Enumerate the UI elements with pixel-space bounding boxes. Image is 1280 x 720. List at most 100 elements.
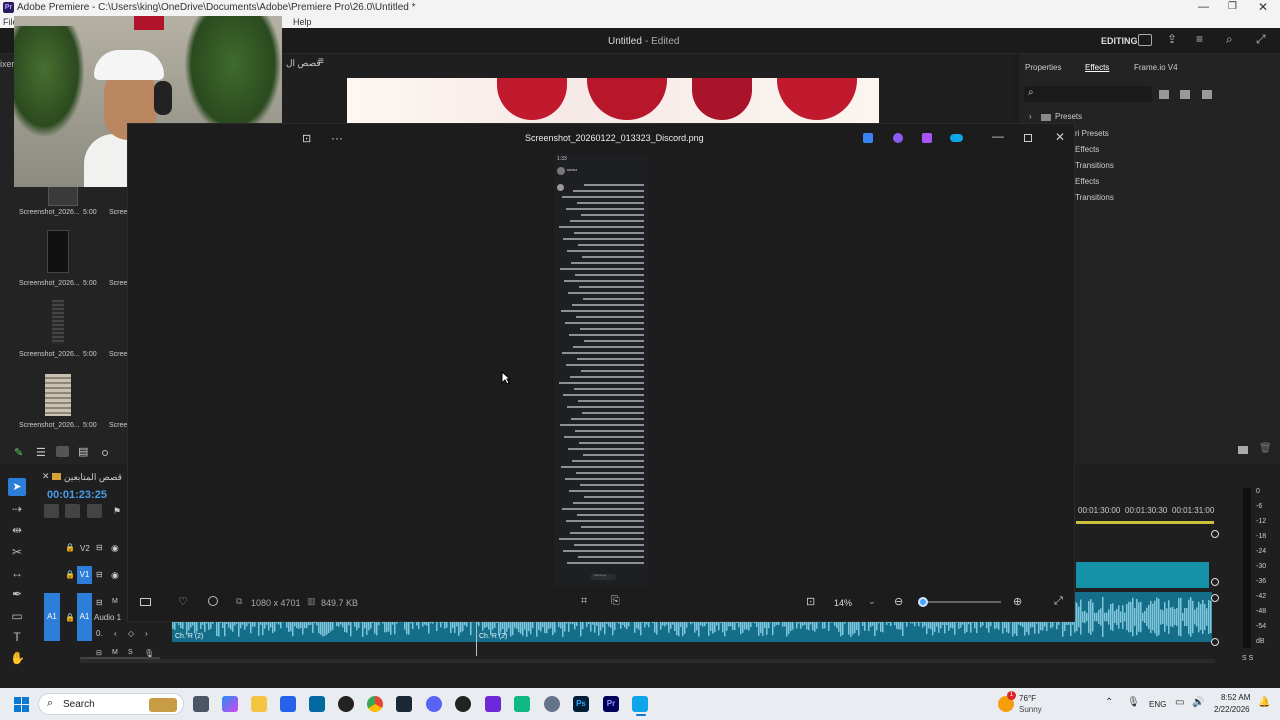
copilot-icon[interactable] <box>893 133 903 143</box>
maximize-button[interactable]: ❐ <box>1228 1 1237 12</box>
vertical-zoom-handle[interactable] <box>1211 594 1219 602</box>
language-indicator[interactable]: ENG <box>1149 700 1166 709</box>
windows-start-icon[interactable] <box>14 697 29 712</box>
copilot-taskbar-icon[interactable] <box>222 696 238 712</box>
eye-icon[interactable]: ◉ <box>111 543 119 554</box>
video-clip[interactable] <box>1076 562 1209 588</box>
list-view-icon[interactable]: ☰ <box>36 446 46 459</box>
add-marker-icon[interactable]: ⚑ <box>113 506 121 517</box>
sequence-tab[interactable]: قصص المتابعين <box>64 472 122 483</box>
whatsapp-icon[interactable] <box>514 696 530 712</box>
prev-keyframe-icon[interactable]: ‹ <box>114 629 117 638</box>
work-area-bar[interactable] <box>1076 521 1214 524</box>
premiere-taskbar-icon[interactable]: Pr <box>603 696 619 712</box>
clock-time[interactable]: 8:52 AM <box>1221 693 1250 702</box>
clock-date[interactable]: 2/22/2026 <box>1214 705 1250 714</box>
thumbnail-screenshot[interactable] <box>52 300 64 344</box>
type-tool-icon[interactable]: T <box>10 630 24 644</box>
tab-properties[interactable]: Properties <box>1025 63 1061 72</box>
toggle-sync-icon[interactable]: ⊟ <box>96 570 103 579</box>
ripple-edit-icon[interactable]: ⇹ <box>10 523 24 537</box>
info-icon[interactable] <box>208 596 218 606</box>
mute-button[interactable]: M <box>112 649 118 656</box>
source-patch-a1[interactable]: A1 <box>44 593 60 641</box>
favorite-heart-icon[interactable]: ♡ <box>178 595 188 608</box>
text-extract-icon[interactable]: ⎘ <box>611 595 620 608</box>
settings-icon[interactable] <box>338 696 354 712</box>
effects-search-input[interactable]: ⌕ <box>1024 86 1152 102</box>
razor-icon[interactable]: ✂ <box>10 545 24 559</box>
panel-menu-icon[interactable]: ≡ <box>318 56 324 67</box>
zoom-dropdown-icon[interactable]: ⌄ <box>868 596 876 607</box>
add-keyframe-icon[interactable]: ◇ <box>128 629 134 638</box>
accelerated-effects-icon[interactable] <box>1159 90 1169 99</box>
slideshow-icon[interactable]: ⊡ <box>302 132 311 145</box>
microphone-icon[interactable]: 🎙 <box>1127 697 1140 708</box>
vertical-zoom-handle[interactable] <box>1211 638 1219 646</box>
share-icon[interactable]: ⇪ <box>1167 32 1177 46</box>
store-icon[interactable] <box>280 696 296 712</box>
fullscreen-icon[interactable]: ⤢ <box>1256 32 1266 47</box>
track-a1-label[interactable]: A1 <box>77 593 92 641</box>
new-folder-icon[interactable] <box>1238 446 1248 454</box>
volume-icon[interactable]: 🔊 <box>1192 697 1204 708</box>
clipchamp-icon[interactable] <box>922 133 932 143</box>
close-window-button[interactable]: ✕ <box>1258 0 1268 14</box>
32bit-effects-icon[interactable] <box>1180 90 1190 99</box>
tab-effects[interactable]: Effects <box>1085 63 1109 72</box>
close-sequence-icon[interactable]: ✕ <box>42 471 50 482</box>
github-icon[interactable] <box>455 696 471 712</box>
notification-bell-icon[interactable]: 🔔 <box>1258 697 1270 708</box>
network-icon[interactable]: ▭ <box>1175 697 1184 708</box>
maximize-button[interactable] <box>1024 134 1032 142</box>
effects-tree-item[interactable]: Effects <box>1075 177 1099 186</box>
effects-tree-item[interactable]: Transitions <box>1075 193 1114 202</box>
thumbnail-screenshot[interactable] <box>47 230 69 273</box>
trash-icon[interactable]: 🗑 <box>1259 443 1272 454</box>
effects-tree-item[interactable]: ri Presets <box>1075 129 1109 138</box>
slip-tool-icon[interactable]: ↔ <box>10 566 24 580</box>
fit-to-window-icon[interactable]: ⊡ <box>806 595 815 608</box>
vertical-zoom-handle[interactable] <box>1211 530 1219 538</box>
snap-icon[interactable] <box>65 504 80 518</box>
zoom-level[interactable]: 14% <box>834 598 852 608</box>
task-view-icon[interactable] <box>193 696 209 712</box>
zoom-out-icon[interactable]: ⊖ <box>894 595 903 608</box>
thumbnail-screenshot[interactable] <box>45 374 71 416</box>
photoshop-icon[interactable]: Ps <box>573 696 589 712</box>
mail-icon[interactable] <box>309 696 325 712</box>
game-controller-icon[interactable] <box>485 696 501 712</box>
minimize-button[interactable]: — <box>992 129 1004 143</box>
photos-icon[interactable] <box>632 696 648 712</box>
chevron-right-icon[interactable]: › <box>1029 112 1032 121</box>
tab-frameio[interactable]: Frame.io V4 <box>1134 63 1178 72</box>
lock-icon[interactable]: 🔒 <box>65 543 75 552</box>
menu-lines-icon[interactable]: ≡ <box>1196 32 1203 46</box>
icon-view-icon[interactable] <box>56 446 69 457</box>
toggle-sync-icon[interactable]: ⊟ <box>96 649 102 657</box>
effects-tree-item[interactable]: Transitions <box>1075 161 1114 170</box>
track-volume[interactable]: 0. <box>96 629 103 638</box>
lock-icon[interactable]: 🔒 <box>65 570 75 579</box>
more-options-icon[interactable]: ··· <box>331 131 343 145</box>
toggle-sync-icon[interactable]: ⊟ <box>96 543 103 552</box>
minimize-button[interactable]: — <box>1198 1 1209 13</box>
visual-search-icon[interactable]: ⌗ <box>581 595 587 608</box>
selection-tool[interactable]: ➤ <box>8 478 26 496</box>
horizontal-scrollbar[interactable] <box>80 659 1215 663</box>
photos-edit-icon[interactable] <box>863 133 873 143</box>
eye-icon[interactable]: ◉ <box>111 570 119 581</box>
effects-tree-item[interactable]: Effects <box>1075 145 1099 154</box>
rectangle-tool-icon[interactable]: ▭ <box>10 609 24 623</box>
track-v2-label[interactable]: V2 <box>80 544 90 553</box>
zoom-slider-track[interactable] <box>923 601 1001 603</box>
audio-mixer-tab[interactable]: ixer <box>0 59 15 69</box>
chrome-icon[interactable] <box>367 696 383 712</box>
insert-sequence-icon[interactable] <box>44 504 59 518</box>
zoom-slider-handle[interactable] <box>102 450 108 456</box>
effects-tree-item[interactable]: Presets <box>1055 112 1082 121</box>
chevron-up-icon[interactable]: ⌃ <box>1105 697 1113 708</box>
solo-button[interactable]: S <box>128 649 133 656</box>
vertical-zoom-handle[interactable] <box>1211 578 1219 586</box>
file-explorer-icon[interactable] <box>251 696 267 712</box>
